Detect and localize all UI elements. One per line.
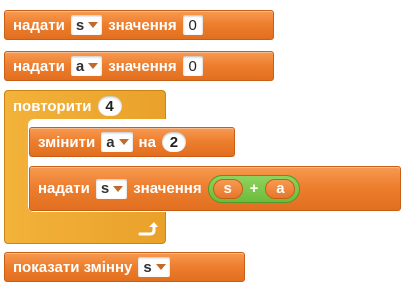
set-s-variable-dropdown[interactable]: s [70, 15, 103, 35]
set-s-value-label: значення [108, 16, 177, 34]
sum-left-variable[interactable]: s [212, 178, 243, 199]
dropdown-arrow-icon [113, 185, 124, 192]
set-s-variable-name: s [75, 16, 85, 34]
show-variable-name: s [143, 258, 152, 276]
set-s-value-input[interactable]: 0 [182, 15, 203, 35]
script-area: надати s значення 0 надати a значення 0 … [0, 0, 407, 286]
repeat-header: повторити 4 [5, 91, 122, 121]
set-s-block[interactable]: надати s значення 0 [4, 10, 274, 40]
repeat-times-input[interactable]: 4 [97, 96, 122, 116]
change-a-variable-dropdown[interactable]: a [101, 132, 133, 152]
set-s-sum-variable-dropdown[interactable]: s [95, 178, 128, 199]
set-a-block[interactable]: надати a значення 0 [4, 51, 274, 81]
set-s-sum-value-label: значення [133, 180, 202, 197]
set-a-variable-dropdown[interactable]: a [70, 56, 103, 76]
change-a-amount-input[interactable]: 2 [161, 132, 186, 152]
dropdown-arrow-icon [88, 22, 99, 28]
change-a-block[interactable]: змінити a на 2 [29, 127, 235, 157]
change-a-label: змінити [38, 133, 96, 151]
addition-reporter[interactable]: s + a [207, 174, 301, 203]
set-s-sum-block[interactable]: надати s значення s + a [29, 166, 401, 211]
dropdown-arrow-icon [118, 139, 129, 145]
set-a-value-label: значення [108, 57, 177, 75]
show-variable-label: показати змінну [13, 258, 133, 276]
dropdown-arrow-icon [155, 264, 166, 270]
loop-arrow-icon [138, 222, 158, 236]
set-s-label: надати [13, 16, 65, 34]
show-variable-block[interactable]: показати змінну s [4, 252, 245, 282]
plus-operator: + [249, 180, 259, 197]
change-a-by-label: на [138, 133, 156, 151]
set-s-sum-label: надати [38, 180, 90, 197]
set-a-variable-name: a [75, 57, 85, 75]
set-a-value-input[interactable]: 0 [182, 56, 203, 76]
set-s-sum-variable-name: s [100, 180, 110, 197]
show-variable-dropdown[interactable]: s [138, 257, 170, 277]
change-a-variable-name: a [106, 133, 115, 151]
sum-right-variable[interactable]: a [265, 178, 296, 199]
dropdown-arrow-icon [88, 63, 99, 69]
repeat-label: повторити [13, 97, 92, 115]
set-a-label: надати [13, 57, 65, 75]
